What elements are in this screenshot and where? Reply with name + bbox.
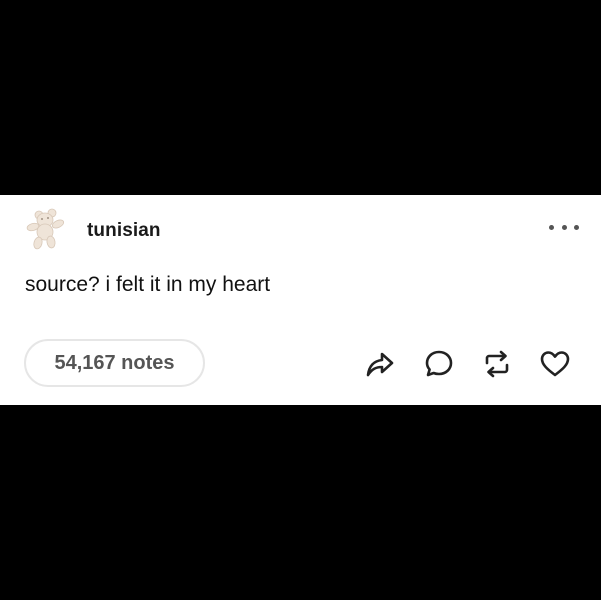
teddy-bear-avatar-icon [26,208,65,250]
post-body-text: source? i felt it in my heart [25,273,271,296]
speech-bubble-icon [425,350,453,377]
more-options-button[interactable] [549,217,579,237]
notes-count-button[interactable]: 54,167 notes [24,339,205,387]
share-arrow-icon [366,352,394,377]
reply-button[interactable] [422,348,456,380]
ellipsis-icon [561,224,567,230]
page: tunisian source? i felt it in my heart 5… [0,0,601,600]
reblog-icon [485,350,509,378]
reblog-button[interactable] [480,348,514,380]
ellipsis-icon [549,224,554,230]
ellipsis-icon [574,224,579,230]
post-username[interactable]: tunisian [87,220,161,242]
post-card: tunisian source? i felt it in my heart 5… [0,195,601,405]
heart-icon [540,351,570,377]
like-button[interactable] [538,348,572,380]
share-button[interactable] [363,348,397,380]
avatar[interactable] [24,207,70,253]
